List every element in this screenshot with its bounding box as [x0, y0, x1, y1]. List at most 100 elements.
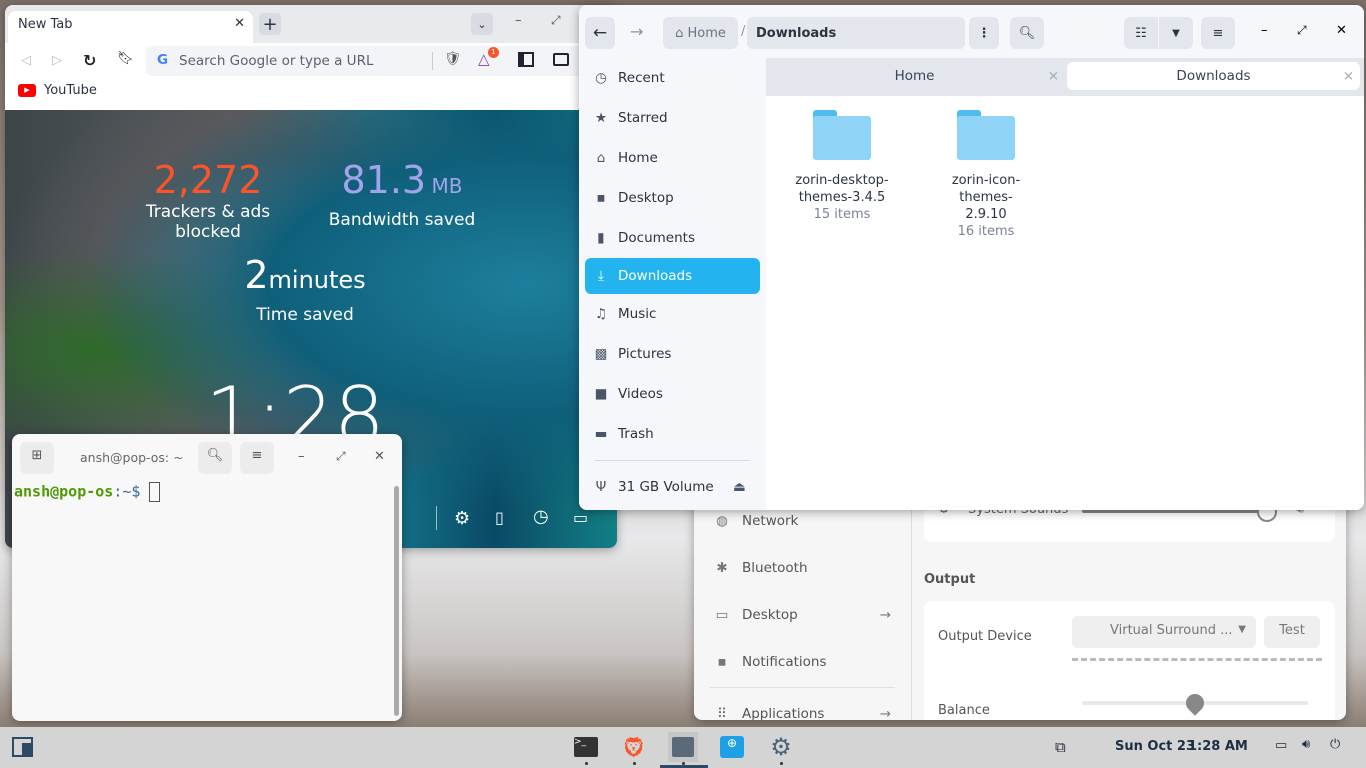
path-downloads[interactable]: Downloads: [747, 17, 965, 49]
view-options-chevron-icon[interactable]: ▼: [1159, 17, 1193, 49]
wallet-icon[interactable]: [553, 53, 569, 66]
settings-nav-notifications[interactable]: ▪ Notifications: [694, 638, 911, 685]
taskbar-settings[interactable]: ⚙: [766, 732, 796, 765]
hamburger-menu-icon[interactable]: ≡: [1201, 17, 1235, 49]
sidebar-item-label: Downloads: [618, 268, 693, 284]
nav-label: Notifications: [742, 653, 827, 670]
minimize-icon[interactable]: –: [515, 13, 522, 28]
maximize-icon[interactable]: ⤢: [336, 449, 346, 464]
trackers-label: Trackers & ads blocked: [145, 202, 271, 242]
scrollbar[interactable]: [394, 486, 399, 716]
history-clock-icon[interactable]: ◷: [533, 506, 549, 527]
tab-label: Downloads: [1176, 68, 1251, 84]
maximize-icon[interactable]: ⤢: [1297, 23, 1307, 38]
apps-grid-icon: ⠿: [717, 705, 727, 721]
folder-name: zorin-desktop-themes-3.4.5: [795, 173, 889, 205]
sidebar-item-recent[interactable]: ◷ Recent: [579, 58, 766, 98]
prompt-path: :~$: [113, 482, 141, 501]
balance-label: Balance: [938, 703, 990, 718]
notifications-icon[interactable]: ▭: [1275, 738, 1287, 753]
search-button[interactable]: 🔍︎: [1010, 17, 1044, 49]
close-icon[interactable]: ✕: [1336, 23, 1347, 38]
reload-icon[interactable]: ↻: [83, 51, 96, 70]
path-menu-kebab-icon[interactable]: ⋮: [969, 17, 999, 49]
close-tab-icon[interactable]: ×: [1048, 68, 1059, 84]
date[interactable]: Sun Oct 23: [1115, 739, 1195, 754]
clock-icon: ◷: [595, 70, 607, 86]
settings-sidebar: ◍ Network ✱ Bluetooth ▭ Desktop → ▪ Notificat…: [694, 490, 912, 720]
hamburger-menu-icon[interactable]: ≡: [240, 442, 274, 474]
tab-home[interactable]: Home ×: [766, 62, 1063, 90]
search-icon[interactable]: 🔍︎: [198, 442, 232, 474]
balance-handle[interactable]: [1182, 690, 1208, 716]
taskbar-brave[interactable]: 🦁︎: [619, 732, 649, 765]
settings-nav-applications[interactable]: ⠿ Applications →: [694, 690, 911, 721]
maximize-icon[interactable]: ⤢: [551, 13, 561, 28]
close-tab-icon[interactable]: ✕: [234, 16, 245, 31]
tab-list-chevron-icon[interactable]: ⌄: [471, 13, 493, 35]
taskbar-files[interactable]: [668, 732, 698, 765]
home-icon: ⌂: [675, 25, 688, 41]
window-switcher-icon[interactable]: ⧉: [1055, 738, 1066, 756]
bookmarks-book-icon[interactable]: ▯: [495, 508, 504, 527]
terminal-output[interactable]: ansh@pop-os:~$: [14, 482, 161, 502]
folder-item[interactable]: zorin-desktop-themes-3.4.5 15 items: [782, 110, 902, 223]
eject-icon[interactable]: ⏏: [733, 479, 746, 495]
home-icon: ⌂: [596, 150, 606, 166]
settings-window: ◍ Network ✱ Bluetooth ▭ Desktop → ▪ Notificat…: [694, 490, 1346, 720]
sidebar-volume[interactable]: Ψ 31 GB Volume ⏏: [579, 467, 766, 507]
browser-toolbar: ◁ ▷ ↻ 🔖︎ G Search Google or type a URL 🛡…: [5, 43, 617, 83]
sidebar-item-starred[interactable]: ★ Starred: [579, 98, 766, 138]
back-icon[interactable]: ◁: [21, 53, 31, 68]
bookmark-icon[interactable]: 🔖︎: [117, 51, 134, 66]
brave-shields-icon[interactable]: 🛡︎: [444, 51, 461, 67]
sidebar-item-documents[interactable]: ▮ Documents: [579, 218, 766, 258]
video-icon: ■: [594, 386, 608, 402]
tab-new-tab[interactable]: New Tab ✕: [8, 11, 253, 43]
sidebar-toggle-icon[interactable]: [518, 52, 534, 67]
taskbar-terminal[interactable]: >_: [571, 732, 601, 765]
test-button[interactable]: Test: [1264, 616, 1320, 648]
nav-label: Network: [742, 512, 799, 529]
close-icon[interactable]: ✕: [374, 449, 385, 464]
sidebar-item-music[interactable]: ♫ Music: [579, 294, 766, 334]
sidebar-item-label: Starred: [618, 110, 668, 126]
new-tab-icon[interactable]: ⊞: [20, 442, 54, 474]
minimize-icon[interactable]: –: [1261, 23, 1268, 38]
google-icon: G: [157, 52, 169, 68]
files-window: ← → ⌂ Home / Downloads ⋮ 🔍︎ ☷ ▼ ≡ – ⤢ ✕ …: [579, 5, 1364, 510]
brave-news-icon[interactable]: ▭: [573, 508, 588, 527]
bookmark-youtube[interactable]: ▶ YouTube: [18, 83, 97, 98]
time-label: Time saved: [256, 305, 354, 325]
usb-icon: Ψ: [595, 479, 607, 495]
sidebar-item-label: Recent: [618, 70, 665, 86]
url-input[interactable]: G Search Google or type a URL 🛡︎ △ 1: [146, 46, 617, 76]
new-tab-button[interactable]: +: [259, 13, 281, 35]
forward-button[interactable]: →: [630, 22, 643, 41]
settings-nav-desktop[interactable]: ▭ Desktop →: [694, 591, 911, 638]
folder-item[interactable]: zorin-icon-themes-2.9.10 16 items: [926, 110, 1046, 240]
power-icon[interactable]: ⏻: [1330, 737, 1340, 752]
sidebar-item-downloads[interactable]: ⤓ Downloads: [585, 258, 760, 294]
sidebar-item-videos[interactable]: ■ Videos: [579, 374, 766, 414]
minimize-icon[interactable]: –: [298, 449, 305, 464]
back-button[interactable]: ←: [585, 17, 615, 49]
sidebar-item-trash[interactable]: ▬ Trash: [579, 414, 766, 454]
bandwidth-label: Bandwidth saved: [328, 210, 476, 230]
time[interactable]: 1:28 AM: [1188, 739, 1248, 754]
forward-icon[interactable]: ▷: [52, 53, 62, 68]
close-tab-icon[interactable]: ×: [1343, 68, 1354, 84]
path-home[interactable]: ⌂ Home: [663, 17, 738, 49]
divider: [595, 460, 750, 461]
output-device-dropdown[interactable]: Virtual Surround ... ▼: [1072, 616, 1256, 648]
sidebar-item-home[interactable]: ⌂ Home: [579, 138, 766, 178]
sidebar-item-pictures[interactable]: ▩ Pictures: [579, 334, 766, 374]
volume-icon[interactable]: 🔊︎: [1302, 737, 1310, 752]
settings-nav-bluetooth[interactable]: ✱ Bluetooth: [694, 544, 911, 591]
settings-gear-icon[interactable]: ⚙: [454, 508, 470, 529]
view-list-icon[interactable]: ☷: [1124, 17, 1158, 49]
workspaces-icon[interactable]: [12, 737, 33, 757]
tab-downloads[interactable]: Downloads ×: [1067, 62, 1360, 90]
sidebar-item-desktop[interactable]: ▪ Desktop: [579, 178, 766, 218]
taskbar-shop[interactable]: ⊕: [717, 732, 747, 762]
